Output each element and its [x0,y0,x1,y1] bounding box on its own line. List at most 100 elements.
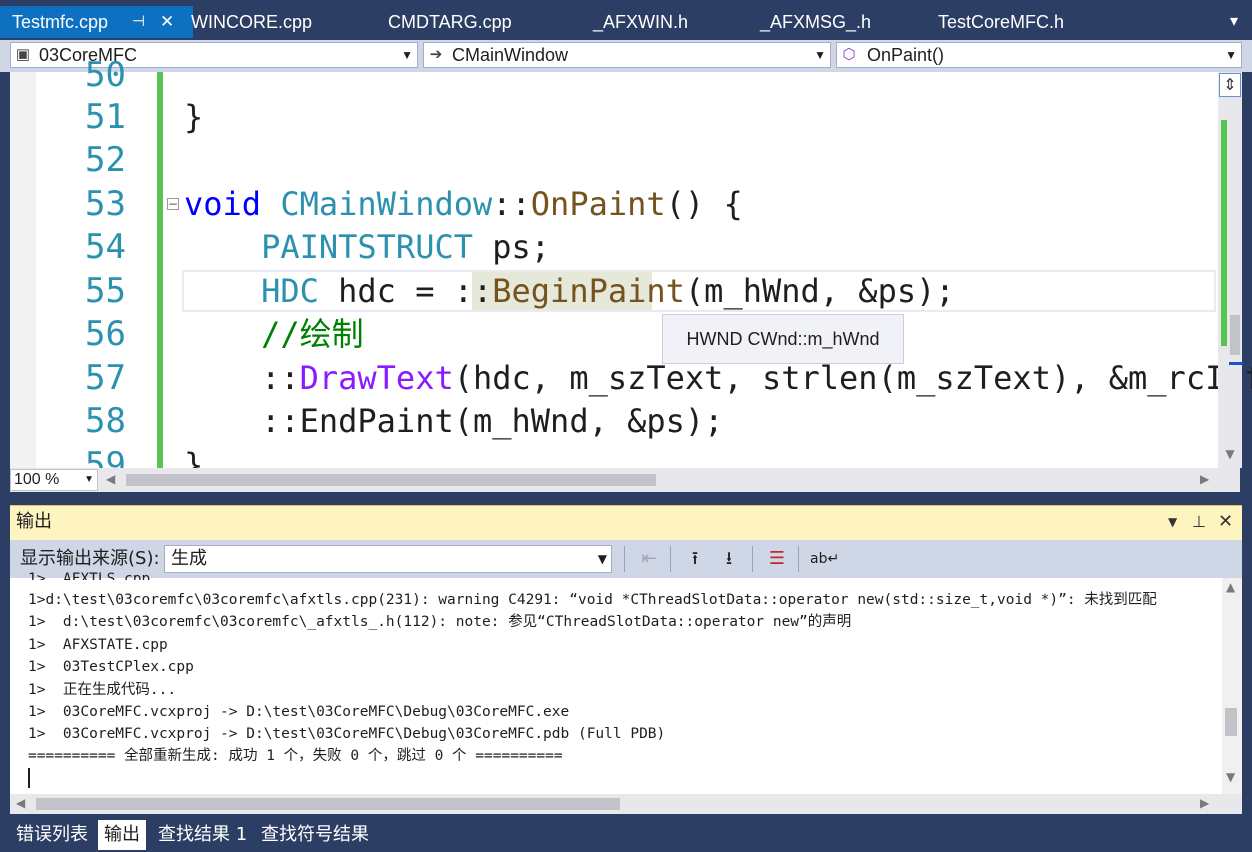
output-line: 1> 03TestCPlex.cpp [28,659,194,675]
zoom-dropdown[interactable]: 100 % ▼ [10,469,98,491]
scope-operator: :: [492,185,531,223]
chevron-down-icon: ▼ [401,48,413,62]
tab-label: Testmfc.cpp [12,12,109,32]
project-icon: ▣ [15,46,31,63]
line-number: 50 [85,55,126,95]
code-line-56[interactable]: //绘制 [184,313,364,356]
toolbar-separator [670,546,671,572]
tab-output[interactable]: 输出 [98,820,146,850]
toolbar-separator [752,546,753,572]
output-line: 1> AFXTLS.cpp [28,571,151,580]
output-source-value: 生成 [171,548,207,569]
function-name: OnPaint [530,185,666,223]
tab-testmfc-cpp[interactable]: Testmfc.cpp ⊣ ✕ [0,6,193,38]
horizontal-scrollbar-thumb[interactable] [36,798,620,810]
scroll-up-icon[interactable]: ▲ [1226,580,1235,594]
output-line: 1>d:\test\03coremfc\03coremfc\afxtls.cpp… [28,592,1157,608]
tab-afxmsg-h[interactable]: _AFXMSG_.h [760,6,871,38]
scrollbar-thumb[interactable] [1230,315,1240,355]
output-vertical-scrollbar[interactable] [1222,578,1242,794]
tab-error-list[interactable]: 错误列表 [10,820,94,850]
pin-icon[interactable]: ⊥ [1192,510,1206,534]
close-icon[interactable]: ✕ [1218,510,1233,534]
scroll-down-icon[interactable]: ▼ [1226,770,1235,784]
output-panel-title: 输出 [16,511,52,532]
close-icon[interactable]: ✕ [160,6,174,38]
code-line-53[interactable]: void CMainWindow::OnPaint() { [184,183,743,226]
line-number: 57 [85,358,126,398]
tab-cmdtarg-cpp[interactable]: CMDTARG.cpp [388,6,512,38]
line-number: 59 [85,445,126,468]
word-wrap-icon[interactable]: ab↵ [810,546,839,572]
tab-find-symbol-results[interactable]: 查找符号结果 [255,820,375,850]
type-name: HDC [261,272,319,310]
pin-icon[interactable]: ⊣ [132,6,145,38]
output-line: ========== 全部重新生成: 成功 1 个，失败 0 个，跳过 0 个 … [28,748,563,764]
line-number: 53 [85,184,126,224]
scroll-left-icon[interactable]: ◀ [16,796,25,810]
code-text: hdc = :: [318,272,493,310]
output-line: 1> 03CoreMFC.vcxproj -> D:\test\03CoreMF… [28,726,666,742]
tab-afxwin-h[interactable]: _AFXWIN.h [593,6,688,38]
code-line-51[interactable]: } [184,96,203,139]
line-number: 51 [85,97,126,137]
keyword: void [184,185,262,223]
tab-find-results-1[interactable]: 查找结果 1 [152,820,253,850]
code-text: (m_hWnd, &ps); [684,272,955,310]
chevron-down-icon: ▼ [814,48,826,62]
code-line-59[interactable]: } [184,444,203,468]
change-tracking-bar [157,72,163,468]
line-number: 52 [85,140,126,180]
toolbar-separator [798,546,799,572]
indicator-margin [10,72,36,468]
scrollbar-caret-marker [1229,362,1243,365]
line-number: 55 [85,271,126,311]
scroll-right-icon[interactable]: ▶ [1200,796,1209,810]
code-line-54[interactable]: PAINTSTRUCT ps; [184,226,550,269]
code-line-55[interactable]: HDC hdc = ::BeginPaint(m_hWnd, &ps); [184,270,955,313]
quickinfo-tooltip: HWND CWnd::m_hWnd [662,314,904,364]
code-text: ps; [472,228,551,266]
output-line: 1> d:\test\03coremfc\03coremfc\_afxtls_.… [28,614,852,630]
scroll-down-icon[interactable]: ▼ [1220,444,1240,464]
scrollbar-change-map [1221,120,1227,346]
tab-wincore-cpp[interactable]: WINCORE.cpp [191,6,312,38]
tab-overflow-icon[interactable]: ▾ [1224,8,1244,34]
chevron-down-icon: ▼ [1225,48,1237,62]
tab-testcoremfc-h[interactable]: TestCoreMFC.h [938,6,1064,38]
go-to-line-icon[interactable]: ⇤ [636,546,662,572]
member-dropdown-value: OnPaint() [867,45,945,65]
method-icon: ⬡ [842,46,856,63]
text-caret [28,768,30,788]
split-window-icon[interactable]: ⇕ [1219,73,1241,97]
line-number: 56 [85,314,126,354]
function-name: BeginPaint [492,272,685,310]
scrollbar-thumb[interactable] [1225,708,1237,736]
comment: //绘制 [261,315,364,353]
scroll-right-icon[interactable]: ▶ [1200,472,1209,486]
panel-menu-icon[interactable]: ▼ [1168,510,1177,534]
function-name: DrawText [299,359,454,397]
previous-message-icon[interactable]: ⭱ [682,546,708,572]
line-number: 58 [85,401,126,441]
output-line: 1> 03CoreMFC.vcxproj -> D:\test\03CoreMF… [28,704,570,720]
member-dropdown[interactable]: ⬡ OnPaint() ▼ [836,42,1242,68]
scroll-left-icon[interactable]: ◀ [106,472,115,486]
class-dropdown[interactable]: ➔ CMainWindow ▼ [423,42,831,68]
next-message-icon[interactable]: ⭳ [716,546,742,572]
clear-all-icon[interactable]: ☰ [764,546,790,572]
output-panel-titlebar [10,505,1242,540]
chevron-down-icon: ▼ [597,552,607,566]
type-name: PAINTSTRUCT [261,228,473,266]
class-name: CMainWindow [280,185,493,223]
code-text: :: [261,359,300,397]
collapse-icon[interactable]: − [167,198,179,210]
output-source-dropdown[interactable]: 生成 ▼ [164,545,612,573]
code-text: ::EndPaint(m_hWnd, &ps); [261,402,724,440]
output-line: 1> 正在生成代码... [28,682,177,698]
horizontal-scrollbar-thumb[interactable] [126,474,656,486]
toolbar-separator [624,546,625,572]
output-line: 1> AFXSTATE.cpp [28,637,168,653]
code-line-58[interactable]: ::EndPaint(m_hWnd, &ps); [184,400,723,443]
code-text: () { [665,185,743,223]
